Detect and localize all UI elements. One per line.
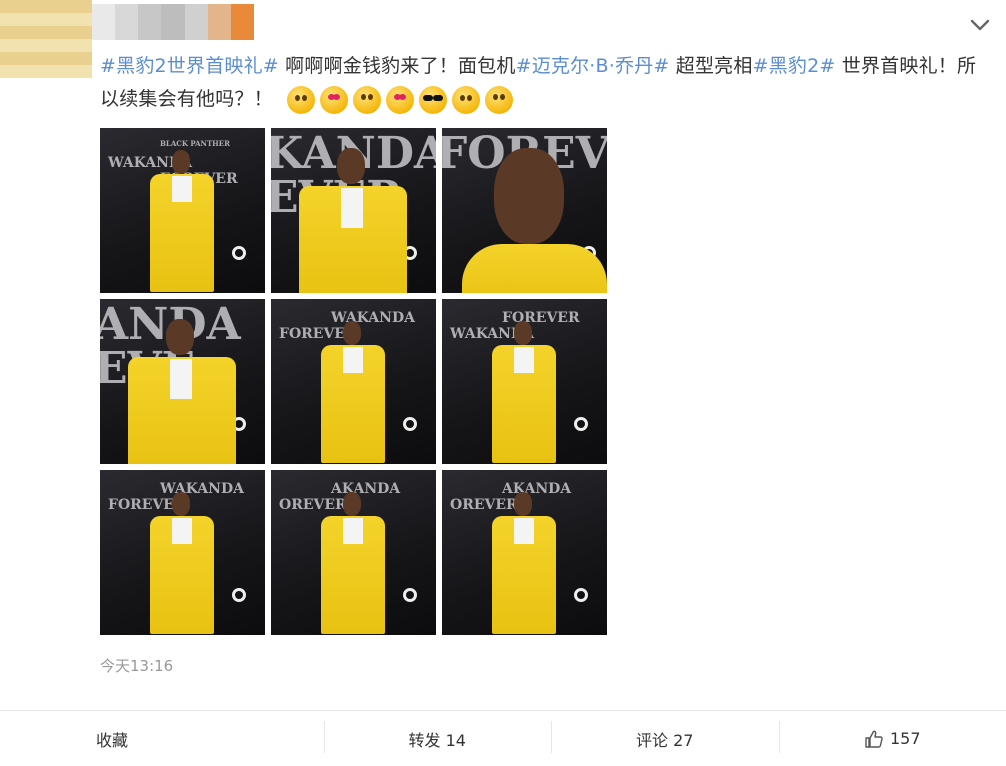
party-emoji bbox=[452, 85, 481, 114]
photo-thumbnail[interactable]: KANDAEVER bbox=[271, 128, 436, 293]
emoji-row bbox=[287, 85, 514, 114]
photo-thumbnail[interactable]: AKANDA OREVER bbox=[442, 470, 607, 635]
backdrop-text: OREVER bbox=[279, 497, 347, 513]
backdrop-logo bbox=[232, 246, 246, 260]
backdrop-text: BLACK PANTHER bbox=[160, 139, 230, 148]
thumbs-up-icon bbox=[865, 730, 883, 748]
post-text-segment: 啊啊啊金钱豹来了！面包机 bbox=[278, 55, 516, 77]
person-head bbox=[343, 321, 361, 345]
backdrop-text: FOREVER bbox=[502, 310, 580, 326]
action-bar: 收藏 转发 14 评论 27 157 bbox=[0, 711, 1006, 766]
username[interactable] bbox=[92, 4, 254, 40]
post-text-segment: 超型亮相 bbox=[669, 55, 753, 77]
cool-emoji bbox=[419, 85, 448, 114]
person-head bbox=[172, 492, 190, 516]
avatar[interactable] bbox=[0, 0, 92, 78]
photo-thumbnail[interactable]: WAKANDA FOREVER bbox=[271, 299, 436, 464]
chevron-down-icon[interactable] bbox=[966, 14, 994, 36]
love-emoji bbox=[386, 85, 415, 114]
timestamp: 今天13:16 bbox=[100, 657, 174, 675]
like-button[interactable]: 157 bbox=[778, 711, 1006, 766]
repost-label: 转发 14 bbox=[408, 730, 466, 750]
photo-thumbnail[interactable]: FOREVER WAKANDA bbox=[442, 299, 607, 464]
person-head bbox=[494, 148, 564, 244]
comment-label: 评论 27 bbox=[636, 730, 694, 750]
white-shirt bbox=[514, 518, 534, 544]
hashtag-link[interactable]: #黑豹2# bbox=[753, 55, 836, 77]
backdrop-logo bbox=[403, 417, 417, 431]
comment-button[interactable]: 评论 27 bbox=[551, 711, 779, 766]
photo-thumbnail[interactable]: ANDAEVE bbox=[100, 299, 265, 464]
kiss-emoji bbox=[287, 85, 316, 114]
photo-thumbnail[interactable]: FOREVER bbox=[442, 128, 607, 293]
person-head bbox=[514, 321, 532, 345]
person-head bbox=[343, 492, 361, 516]
person-head bbox=[337, 148, 365, 184]
hashtag-link[interactable]: #黑豹2世界首映礼# bbox=[100, 55, 279, 77]
backdrop-logo bbox=[232, 588, 246, 602]
backdrop-text: WAKANDA bbox=[160, 481, 244, 497]
backdrop-logo bbox=[574, 417, 588, 431]
backdrop-text: AKANDA bbox=[331, 481, 401, 497]
white-shirt bbox=[170, 359, 192, 399]
white-shirt bbox=[172, 518, 192, 544]
post-text: #黑豹2世界首映礼# 啊啊啊金钱豹来了！面包机#迈克尔·B·乔丹# 超型亮相#黑… bbox=[100, 50, 980, 116]
white-shirt bbox=[343, 347, 363, 373]
photo-thumbnail[interactable]: AKANDA OREVER bbox=[271, 470, 436, 635]
favorite-button[interactable]: 收藏 bbox=[0, 711, 324, 766]
backdrop-text: WAKANDA bbox=[331, 310, 415, 326]
favorite-label: 收藏 bbox=[96, 730, 129, 750]
photo-thumbnail[interactable]: WAKANDA FOREVER bbox=[100, 470, 265, 635]
heart-eyes-emoji bbox=[320, 85, 349, 114]
person-head bbox=[514, 492, 532, 516]
shock-emoji bbox=[485, 85, 514, 114]
white-shirt bbox=[514, 347, 534, 373]
backdrop-logo bbox=[574, 588, 588, 602]
photo-grid: BLACK PANTHERWAKANDAFOREVERKANDAEVERFORE… bbox=[100, 128, 608, 635]
person-head bbox=[166, 319, 194, 355]
backdrop-logo bbox=[403, 588, 417, 602]
yellow-coat bbox=[462, 244, 607, 293]
person-head bbox=[172, 150, 190, 174]
photo-thumbnail[interactable]: BLACK PANTHERWAKANDAFOREVER bbox=[100, 128, 265, 293]
white-shirt bbox=[343, 518, 363, 544]
scream-emoji bbox=[353, 85, 382, 114]
backdrop-text: OREVER bbox=[450, 497, 518, 513]
repost-button[interactable]: 转发 14 bbox=[323, 711, 552, 766]
white-shirt bbox=[341, 188, 363, 228]
like-count: 157 bbox=[889, 729, 921, 748]
white-shirt bbox=[172, 176, 192, 202]
backdrop-text: AKANDA bbox=[502, 481, 572, 497]
hashtag-link[interactable]: #迈克尔·B·乔丹# bbox=[516, 55, 670, 77]
